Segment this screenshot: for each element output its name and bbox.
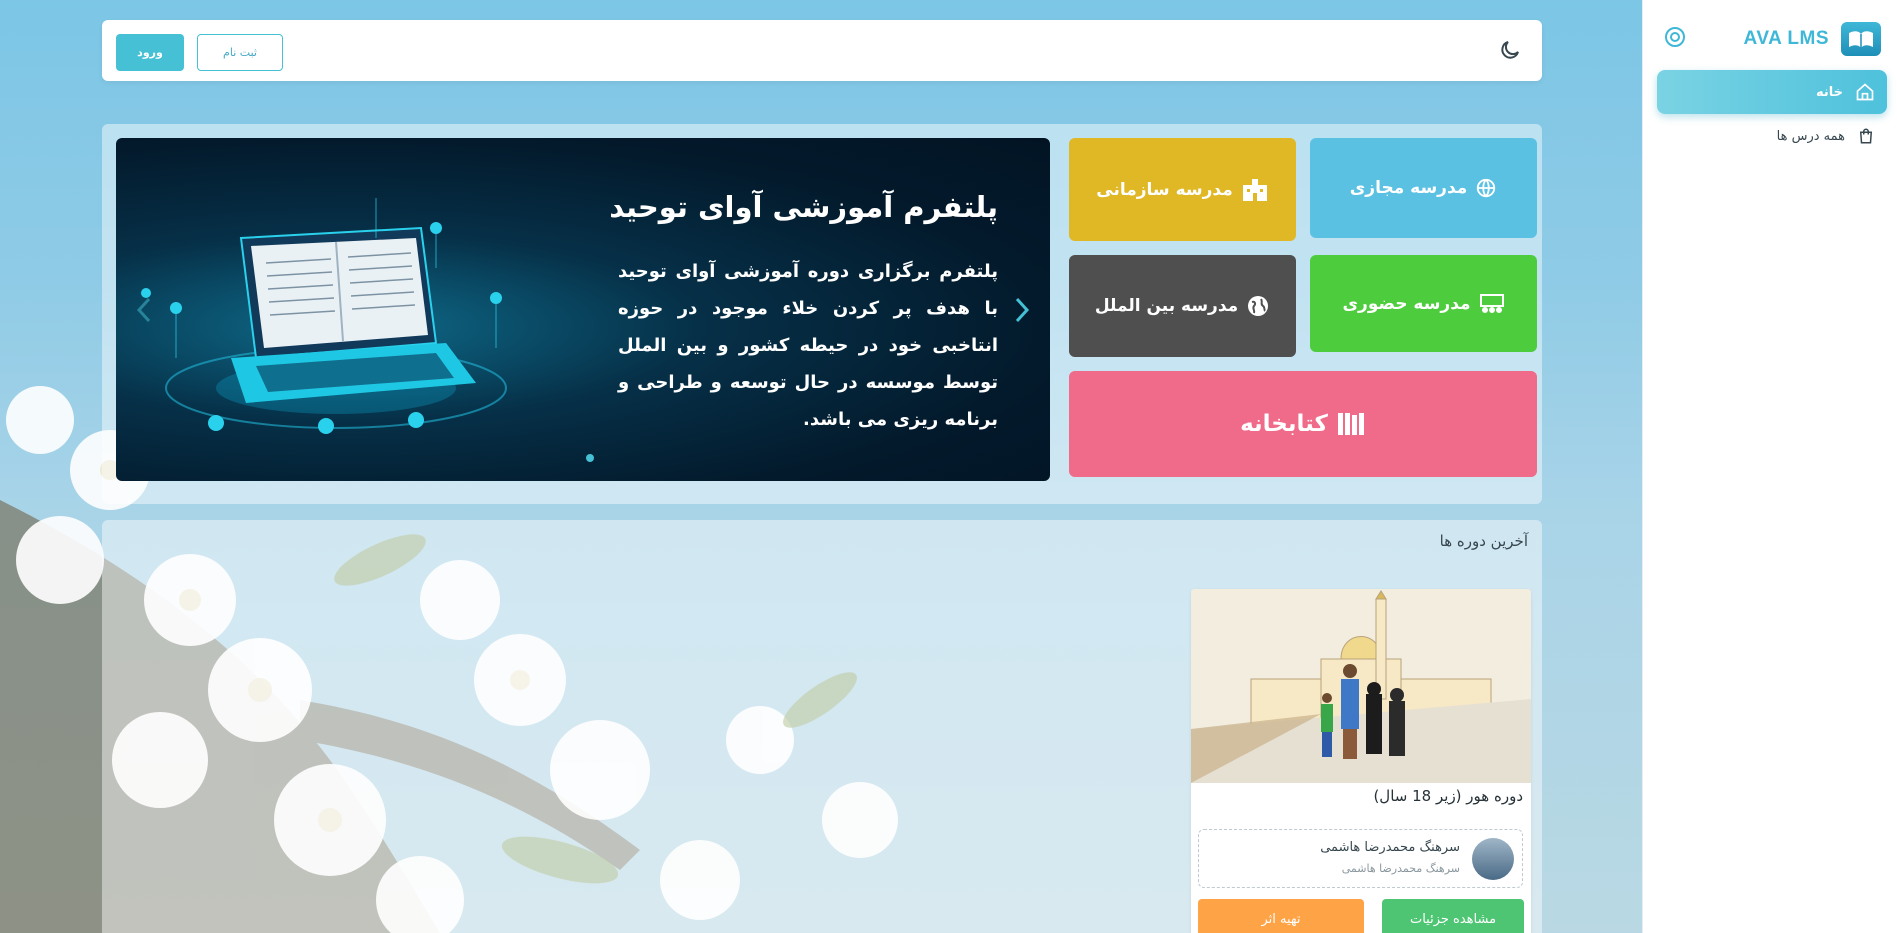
building-icon [1242, 178, 1267, 201]
brand-name: AVA LMS [1743, 28, 1829, 49]
tile-presence-school[interactable]: مدرسه حضوری [1310, 255, 1537, 352]
moon-icon[interactable] [1498, 38, 1522, 62]
sidebar: AVA LMS خانه همه درس ها [1642, 0, 1897, 933]
tile-org-school[interactable]: مدرسه سازمانی [1069, 138, 1296, 241]
teacher-info: سرهنگ محمدرضا هاشمی سرهنگ محمدرضا هاشمی [1198, 829, 1523, 888]
home-icon [1856, 83, 1874, 101]
hero-panel: پلتفرم آموزشی آوای توحید پلتفرم برگزاری … [102, 124, 1542, 504]
tile-label: مدرسه سازمانی [1096, 179, 1233, 200]
book-logo-icon [1841, 22, 1881, 56]
tile-virtual-school[interactable]: مدرسه مجازی [1310, 138, 1537, 238]
tile-label: مدرسه مجازی [1349, 178, 1468, 198]
globe-icon [1477, 178, 1496, 198]
tile-library[interactable]: کتابخانه [1069, 371, 1537, 477]
chevron-left-icon[interactable] [134, 295, 154, 325]
course-image [1191, 589, 1531, 783]
tile-label: کتابخانه [1240, 411, 1328, 437]
books-icon [1337, 413, 1364, 435]
course-title: دوره هور (زیر 18 سال) [1373, 787, 1523, 805]
sidebar-item-all-courses[interactable]: همه درس ها [1657, 114, 1887, 158]
tile-label: مدرسه بین الملل [1094, 296, 1239, 316]
avatar [1472, 838, 1514, 880]
course-card[interactable]: دوره هور (زیر 18 سال) سرهنگ محمدرضا هاشم… [1191, 589, 1531, 933]
top-bar: ورود ثبت نام [102, 20, 1542, 81]
classroom-icon [1479, 293, 1504, 313]
settings-toggle-icon[interactable] [1665, 27, 1685, 47]
chevron-right-icon[interactable] [1012, 295, 1032, 325]
tile-intl-school[interactable]: مدرسه بین الملل [1069, 255, 1296, 357]
teacher-subtitle: سرهنگ محمدرضا هاشمی [1341, 862, 1460, 875]
section-title: آخرین دوره ها [1439, 532, 1528, 550]
sidebar-nav: خانه همه درس ها [1657, 70, 1887, 158]
sidebar-item-label: همه درس ها [1776, 128, 1845, 144]
slider-dot[interactable] [586, 454, 594, 462]
slide-title: پلتفرم آموزشی آوای توحید [609, 190, 998, 224]
hero-slider[interactable]: پلتفرم آموزشی آوای توحید پلتفرم برگزاری … [116, 138, 1050, 481]
laptop-illustration [141, 198, 507, 434]
teacher-name: سرهنگ محمدرضا هاشمی [1320, 840, 1460, 855]
view-details-button[interactable]: مشاهده جزئیات [1382, 899, 1524, 933]
earth-icon [1248, 296, 1269, 316]
slide-text: پلتفرم برگزاری دوره آموزشی آوای توحید با… [618, 261, 998, 430]
sidebar-item-label: خانه [1815, 84, 1843, 100]
tile-label: مدرسه حضوری [1342, 293, 1471, 314]
latest-courses-panel: آخرین دوره ها دوره هور (زیر 18 سال) سرهن… [102, 520, 1542, 933]
prepare-work-button[interactable]: تهیه اثر [1198, 899, 1364, 933]
login-button[interactable]: ورود [116, 34, 184, 71]
brand[interactable]: AVA LMS [1744, 22, 1881, 56]
sidebar-item-home[interactable]: خانه [1657, 70, 1887, 114]
register-button[interactable]: ثبت نام [197, 34, 283, 71]
shopping-bag-icon [1859, 128, 1873, 144]
